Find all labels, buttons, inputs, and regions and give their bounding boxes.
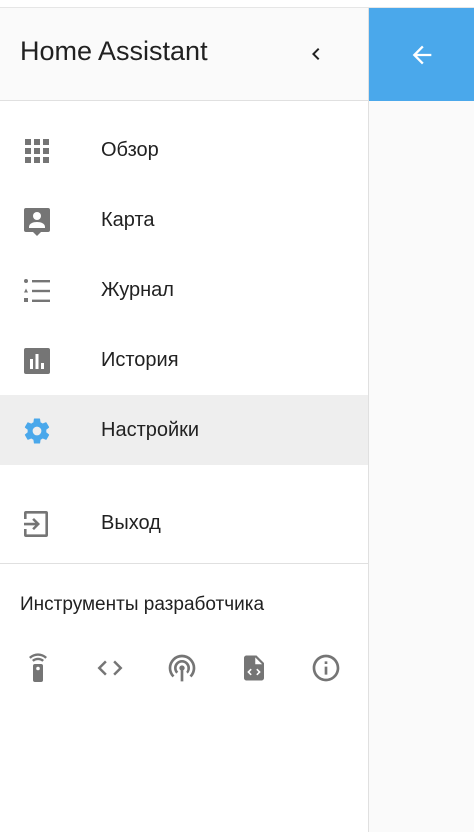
apps-grid-icon: [22, 136, 52, 166]
chevron-left-icon: [304, 42, 328, 66]
app-toolbar: [369, 8, 474, 101]
app-title: Home Assistant: [20, 36, 208, 66]
sidebar-item-logout[interactable]: Выход: [0, 488, 368, 558]
sidebar-item-label: Выход: [101, 512, 161, 534]
sidebar-item-logbook[interactable]: Журнал: [0, 255, 368, 325]
account-location-icon: [22, 206, 52, 236]
radio-tower-icon: [166, 652, 198, 684]
bar-chart-icon: [22, 346, 52, 376]
back-button[interactable]: [406, 39, 438, 71]
information-icon: [310, 652, 342, 684]
sidebar-item-map[interactable]: Карта: [0, 185, 368, 255]
sidebar: Home Assistant Обзор Карта Журнал Истори…: [0, 8, 369, 832]
dev-tool-info-button[interactable]: [310, 652, 342, 684]
arrow-left-icon: [408, 41, 436, 69]
file-code-icon: [239, 653, 269, 683]
dev-tool-mqtt-button[interactable]: [166, 652, 198, 684]
remote-icon: [23, 653, 53, 683]
format-list-bulleted-icon: [22, 276, 52, 306]
sidebar-item-history[interactable]: История: [0, 325, 368, 395]
dev-tool-templates-button[interactable]: [94, 652, 126, 684]
settings-icon: [22, 416, 52, 446]
main-panel: [369, 8, 474, 832]
divider: [0, 563, 368, 564]
dev-tool-template-file-button[interactable]: [238, 652, 270, 684]
sidebar-item-label: История: [101, 349, 179, 371]
collapse-sidebar-button[interactable]: [300, 38, 332, 70]
sidebar-item-label: Карта: [101, 209, 155, 231]
sidebar-item-label: Журнал: [101, 279, 174, 301]
top-status-edge: [0, 0, 474, 8]
sidebar-item-label: Настройки: [101, 419, 200, 441]
sidebar-item-settings[interactable]: Настройки: [0, 395, 368, 465]
sidebar-header: Home Assistant: [0, 8, 368, 101]
developer-tools-title: Инструменты разработчика: [20, 594, 265, 615]
dev-tool-services-button[interactable]: [22, 652, 54, 684]
sidebar-item-label: Обзор: [101, 139, 159, 161]
sidebar-item-overview[interactable]: Обзор: [0, 115, 368, 185]
exit-to-app-icon: [22, 509, 52, 539]
code-tags-icon: [95, 653, 125, 683]
